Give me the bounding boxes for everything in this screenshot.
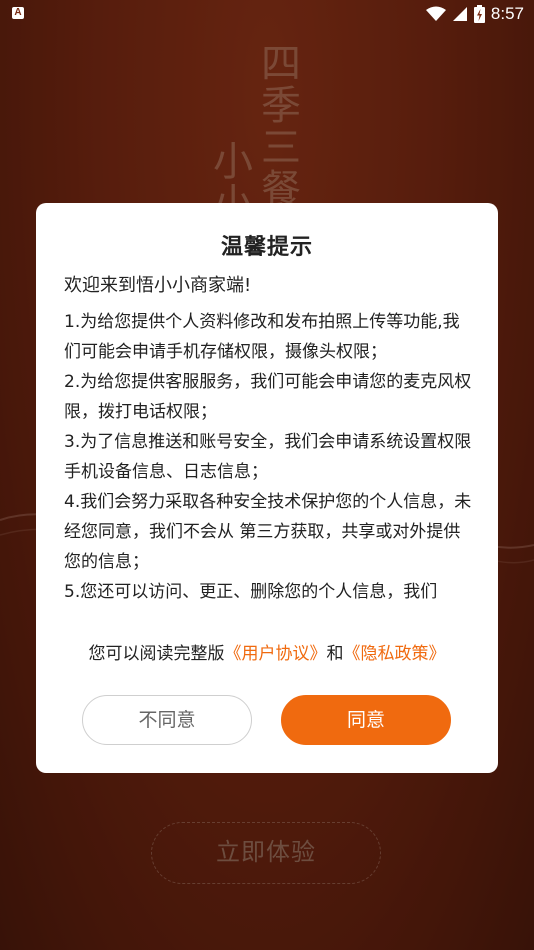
user-agreement-link[interactable]: 《用户协议》 [225,644,327,664]
status-bar: A 8:57 [0,0,534,28]
links-conjunction: 和 [326,644,344,664]
status-indicators: 8:57 [425,3,524,25]
status-time: 8:57 [490,4,524,23]
agree-button[interactable]: 同意 [281,695,451,745]
privacy-policy-link[interactable]: 《隐私政策》 [344,644,446,664]
permission-item: 2.为给您提供客服服务，我们可能会申请您的麦克风权限，拨打电话权限； [64,372,472,422]
dialog-scroll-content[interactable]: 1.为给您提供个人资料修改和发布拍照上传等功能,我们可能会申请手机存储权限，摄像… [64,307,474,617]
policy-links-row: 您可以阅读完整版《用户协议》和《隐私政策》 [36,639,498,664]
wifi-icon [425,6,446,21]
permission-item: 3.为了信息推送和账号安全，我们会申请系统设置权限手机设备信息、日志信息； [64,432,472,482]
disagree-button[interactable]: 不同意 [82,695,252,745]
permission-item: 1.为给您提供个人资料修改和发布拍照上传等功能,我们可能会申请手机存储权限，摄像… [64,312,460,362]
privacy-dialog: 温馨提示 欢迎来到悟小小商家端! 1.为给您提供个人资料修改和发布拍照上传等功能… [36,203,498,773]
dialog-greeting: 欢迎来到悟小小商家端! [64,275,252,296]
signal-icon [452,7,467,21]
links-prefix: 您可以阅读完整版 [88,644,225,664]
dialog-title: 温馨提示 [220,235,313,260]
battery-charging-icon [473,5,485,23]
permission-item: 4.我们会努力采取各种安全技术保护您的个人信息，未经您同意，我们不会从 第三方获… [64,492,472,572]
app-notification-icon: A [12,7,24,19]
permission-item: 5.您还可以访问、更正、删除您的个人信息，我们 [64,582,438,602]
